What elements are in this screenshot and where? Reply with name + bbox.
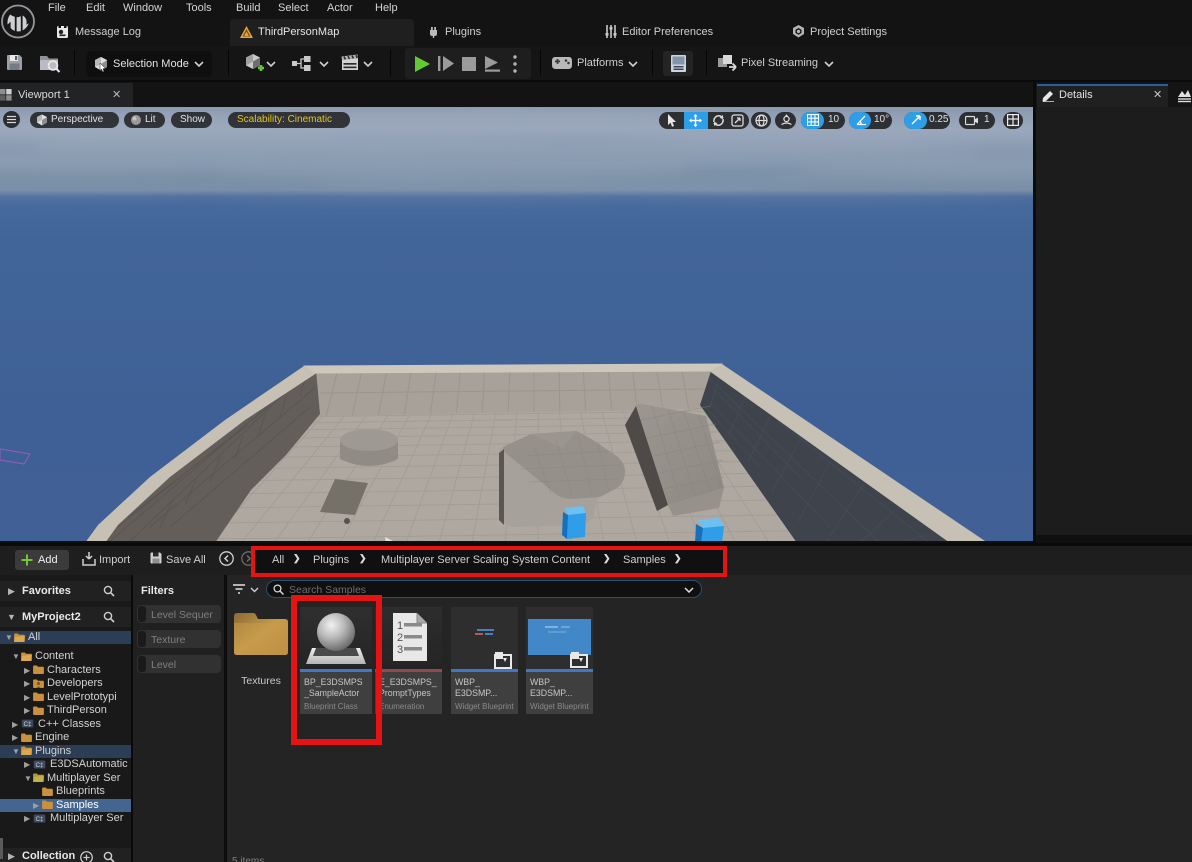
svg-text:1: 1	[397, 620, 403, 632]
svg-text:C‡: C‡	[36, 761, 45, 768]
svg-text:C‡: C‡	[36, 815, 45, 822]
svg-text:C‡: C‡	[24, 721, 33, 728]
svg-text:2: 2	[397, 632, 403, 644]
svg-text:3: 3	[397, 644, 403, 656]
